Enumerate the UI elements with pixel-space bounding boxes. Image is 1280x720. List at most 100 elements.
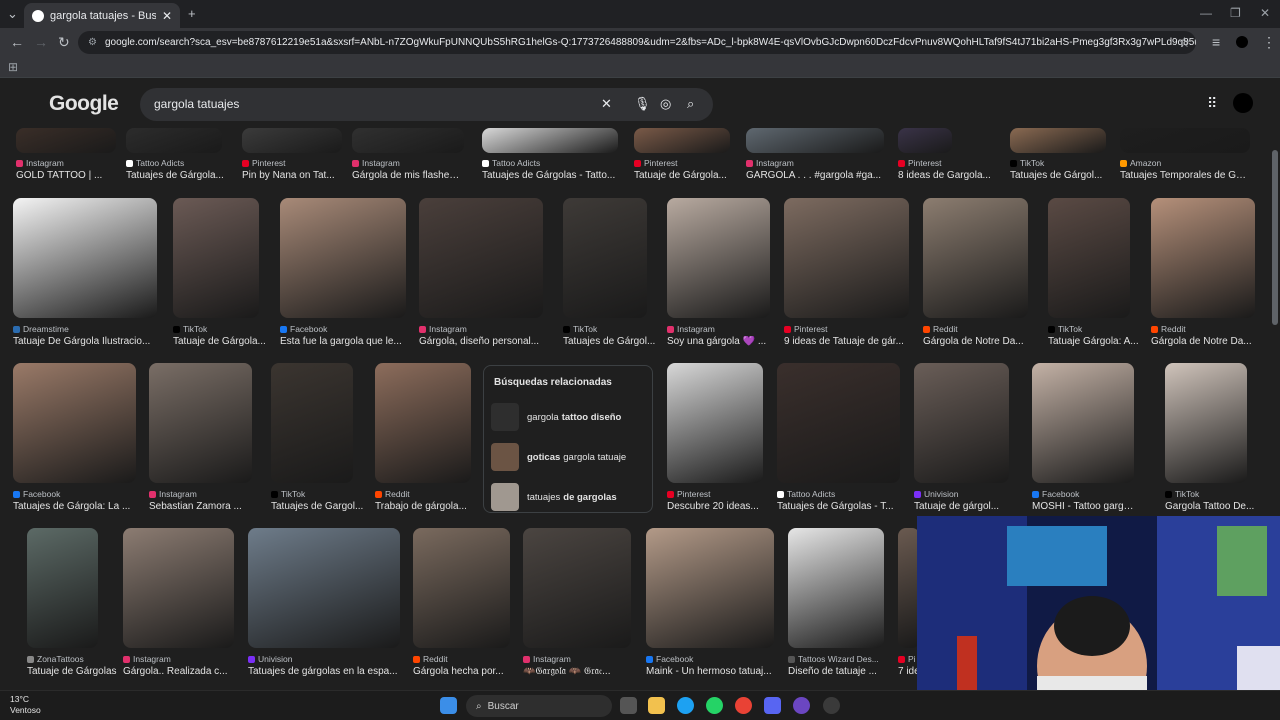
result-thumbnail[interactable]: [482, 128, 618, 153]
result-thumbnail[interactable]: [646, 528, 774, 648]
result-title[interactable]: Tatuajes de Gárgol...: [563, 336, 663, 347]
result-thumbnail[interactable]: [563, 198, 647, 318]
result-title[interactable]: Tatuaje de Gárgola...: [173, 336, 273, 347]
result-thumbnail[interactable]: [667, 363, 763, 483]
result-source[interactable]: Instagram: [419, 324, 543, 334]
result-source[interactable]: ZonaTattoos: [27, 654, 98, 664]
result-thumbnail[interactable]: [788, 528, 884, 648]
google-logo[interactable]: Google: [49, 92, 119, 116]
result-thumbnail[interactable]: [27, 528, 98, 648]
result-title[interactable]: Gargola Tattoo De...: [1165, 501, 1265, 512]
result-thumbnail[interactable]: [419, 198, 543, 318]
result-thumbnail[interactable]: [1010, 128, 1106, 153]
result-title[interactable]: GÁRGOLA . . . #gargola #ga...: [746, 170, 884, 181]
result-thumbnail[interactable]: [914, 363, 1009, 483]
result-title[interactable]: Tatuajes de Gárgolas - T...: [777, 501, 900, 512]
result-source[interactable]: Reddit: [375, 489, 471, 499]
weather-widget[interactable]: 13°C Ventoso: [10, 694, 41, 716]
result-title[interactable]: Gárgola de mis flashes ...: [352, 170, 464, 181]
result-title[interactable]: Soy una gárgola 💜 ...: [667, 336, 770, 347]
chrome-icon[interactable]: [735, 697, 752, 714]
result-source[interactable]: TikTok: [173, 324, 259, 334]
search-input[interactable]: gargola tatuajes: [154, 97, 239, 111]
result-thumbnail[interactable]: [13, 363, 136, 483]
result-thumbnail[interactable]: [1032, 363, 1134, 483]
result-title[interactable]: Sebastian Zamora ...: [149, 501, 252, 512]
active-tab[interactable]: gargola tatuajes - Buscar con Google ✕: [24, 3, 180, 28]
result-source[interactable]: Instagram: [523, 654, 631, 664]
result-source[interactable]: Univision: [248, 654, 400, 664]
result-source[interactable]: Instagram: [746, 158, 884, 168]
result-thumbnail[interactable]: [784, 198, 909, 318]
result-source[interactable]: Dreamstime: [13, 324, 157, 334]
result-thumbnail[interactable]: [248, 528, 400, 648]
result-source[interactable]: Pinterest: [667, 489, 763, 499]
result-source[interactable]: TikTok: [271, 489, 353, 499]
taskbar-search[interactable]: ⌕ Buscar: [466, 695, 612, 717]
result-title[interactable]: Gárgola, diseño personal...: [419, 336, 543, 347]
related-item[interactable]: gargola tattoo diseño: [491, 403, 647, 431]
result-title[interactable]: Gárgola de Notre Da...: [923, 336, 1028, 347]
result-source[interactable]: Amazon: [1120, 158, 1250, 168]
result-thumbnail[interactable]: [667, 198, 770, 318]
address-bar[interactable]: ⚙ google.com/search?sca_esv=be8787612219…: [78, 31, 1196, 54]
clear-icon[interactable]: ✕: [601, 96, 612, 112]
result-title[interactable]: Tatuaje Gárgola: A...: [1048, 336, 1148, 347]
related-item[interactable]: tatuajes de gargolas: [491, 483, 647, 511]
tab-search-icon[interactable]: ⌄: [7, 6, 18, 22]
related-item[interactable]: goticas gargola tatuaje: [491, 443, 647, 471]
chrome-menu-icon[interactable]: ⋮: [1262, 34, 1276, 51]
avatar[interactable]: [1233, 93, 1253, 113]
result-thumbnail[interactable]: [13, 198, 157, 318]
result-title[interactable]: Tatuajes de Gárgolas - Tatto...: [482, 170, 618, 181]
result-thumbnail[interactable]: [1151, 198, 1255, 318]
file-explorer-icon[interactable]: [648, 697, 665, 714]
result-thumbnail[interactable]: [777, 363, 900, 483]
result-source[interactable]: Instagram: [149, 489, 252, 499]
result-thumbnail[interactable]: [413, 528, 510, 648]
bookmark-star-icon[interactable]: ☆: [1178, 34, 1191, 51]
result-title[interactable]: Gárgola.. Realizada c...: [123, 666, 234, 677]
result-source[interactable]: TikTok: [1165, 489, 1247, 499]
result-source[interactable]: Reddit: [1151, 324, 1255, 334]
scrollbar-thumb[interactable]: [1272, 150, 1278, 325]
reload-icon[interactable]: ↻: [58, 34, 70, 51]
discord-icon[interactable]: [764, 697, 781, 714]
result-source[interactable]: Univision: [914, 489, 1009, 499]
result-source[interactable]: Facebook: [13, 489, 136, 499]
task-view-icon[interactable]: [620, 697, 637, 714]
minimize-icon[interactable]: —: [1200, 6, 1212, 20]
result-title[interactable]: Esta fue la gargola que le...: [280, 336, 406, 347]
result-thumbnail[interactable]: [280, 198, 406, 318]
result-thumbnail[interactable]: [523, 528, 631, 648]
result-source[interactable]: Instagram: [123, 654, 234, 664]
start-icon[interactable]: [440, 697, 457, 714]
result-source[interactable]: Facebook: [1032, 489, 1134, 499]
result-title[interactable]: Tatuaje de gárgol...: [914, 501, 1014, 512]
forward-icon[interactable]: →: [34, 34, 48, 50]
result-thumbnail[interactable]: [123, 528, 234, 648]
apps-icon[interactable]: ⊞: [8, 60, 18, 74]
result-title[interactable]: Descubre 20 ideas...: [667, 501, 767, 512]
result-source[interactable]: Instagram: [667, 324, 770, 334]
result-source[interactable]: Facebook: [646, 654, 774, 664]
result-title[interactable]: Trabajo de gárgola...: [375, 501, 475, 512]
result-source[interactable]: Reddit: [923, 324, 1028, 334]
result-title[interactable]: Diseño de tatuaje ...: [788, 666, 888, 677]
result-title[interactable]: Gárgola de Notre Da...: [1151, 336, 1255, 347]
result-thumbnail[interactable]: [1048, 198, 1130, 318]
result-title[interactable]: Tatuaje de Gárgolas: [27, 666, 127, 677]
close-window-icon[interactable]: ✕: [1260, 6, 1270, 20]
result-thumbnail[interactable]: [375, 363, 471, 483]
search-icon[interactable]: ⌕: [687, 96, 694, 112]
result-thumbnail[interactable]: [634, 128, 730, 153]
result-title[interactable]: 8 ideas de Gargola...: [898, 170, 998, 181]
result-thumbnail[interactable]: [173, 198, 259, 318]
lens-icon[interactable]: ◎: [660, 96, 671, 112]
result-thumbnail[interactable]: [898, 128, 952, 153]
result-thumbnail[interactable]: [352, 128, 464, 153]
back-icon[interactable]: ←: [10, 34, 24, 50]
result-source[interactable]: Pinterest: [784, 324, 909, 334]
result-thumbnail[interactable]: [1165, 363, 1247, 483]
search-box[interactable]: gargola tatuajes ✕ 🎙 ◎ ⌕: [140, 88, 713, 121]
